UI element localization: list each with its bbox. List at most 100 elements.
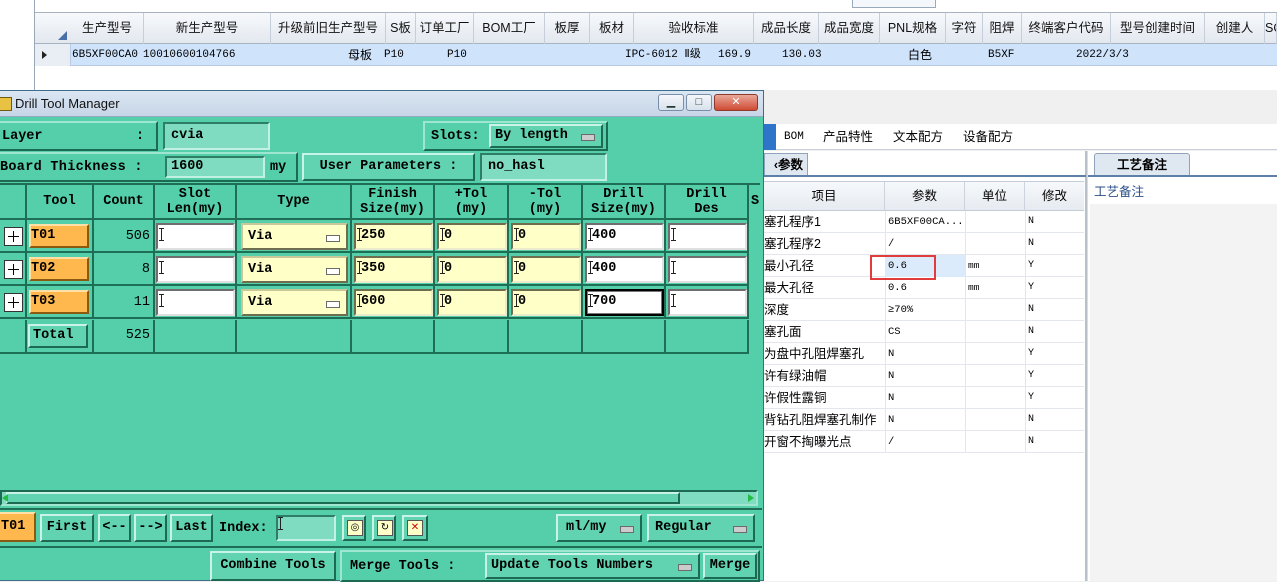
header-slot-len[interactable]: Slot Len(my): [155, 185, 237, 220]
top-tab-stub[interactable]: [852, 0, 936, 8]
close-button[interactable]: ✕: [714, 94, 758, 111]
user-parameters-button[interactable]: User Parameters :: [302, 153, 475, 181]
ntol-input[interactable]: 0: [511, 223, 581, 250]
tab-equipment-recipe[interactable]: 设备配方: [963, 124, 1013, 150]
grid-column-header[interactable]: 订单工厂: [416, 13, 474, 44]
scroll-left-icon[interactable]: [2, 494, 8, 502]
list-item[interactable]: 许有绿油帽 N Y: [764, 365, 1084, 387]
drill-des-input[interactable]: [668, 223, 747, 250]
finish-input[interactable]: 350: [354, 256, 433, 283]
ntol-input[interactable]: 0: [511, 256, 581, 283]
list-item[interactable]: 最大孔径 0.6 mm Y: [764, 277, 1084, 299]
row-indicator[interactable]: [35, 44, 71, 66]
header-tool[interactable]: Tool: [27, 185, 94, 220]
param-value[interactable]: N: [885, 343, 965, 365]
index-field[interactable]: [276, 515, 336, 541]
grid-column-header[interactable]: 升级前旧生产型号: [271, 13, 386, 44]
finish-input[interactable]: 250: [354, 223, 433, 250]
ptol-input[interactable]: 0: [437, 223, 507, 250]
last-button[interactable]: Last: [170, 514, 213, 542]
craft-notes-textarea[interactable]: [1090, 204, 1277, 581]
grid-column-header[interactable]: 终端客户代码: [1022, 13, 1111, 44]
slots-dropdown[interactable]: By length: [489, 124, 603, 148]
list-item[interactable]: 塞孔程序1 6B5XF00CA... N: [764, 211, 1084, 233]
next-button[interactable]: -->: [134, 514, 167, 542]
tool-name-button[interactable]: T01: [29, 224, 89, 248]
param-value[interactable]: 6B5XF00CA...: [885, 211, 965, 233]
slot-len-input[interactable]: [156, 256, 235, 283]
col-modify[interactable]: 修改: [1025, 182, 1084, 211]
grid-column-header[interactable]: 生产型号: [71, 13, 144, 44]
expand-row-icon[interactable]: [4, 293, 23, 312]
header-extra[interactable]: S: [749, 185, 761, 220]
grid-column-header[interactable]: 字符: [946, 13, 983, 44]
header-count[interactable]: Count: [94, 185, 155, 220]
refresh-icon-button[interactable]: ↻: [372, 515, 396, 541]
drill-des-input[interactable]: [668, 289, 747, 316]
grid-column-header[interactable]: 型号创建时间: [1111, 13, 1205, 44]
type-dropdown[interactable]: Via: [241, 256, 348, 283]
tab-craft-notes[interactable]: 工艺备注: [1094, 153, 1190, 175]
grid-column-header[interactable]: BOM工厂: [474, 13, 545, 44]
col-param[interactable]: 参数: [885, 182, 965, 211]
col-item[interactable]: 项目: [764, 182, 885, 211]
grid-column-header[interactable]: S板: [386, 13, 416, 44]
list-item[interactable]: 许假性露铜 N Y: [764, 387, 1084, 409]
maximize-button[interactable]: □: [686, 94, 712, 111]
slot-len-input[interactable]: [156, 223, 235, 250]
bulb-icon-button[interactable]: ◎: [342, 515, 366, 541]
drill-size-input[interactable]: 700: [585, 289, 664, 316]
tool-name-button[interactable]: T02: [29, 257, 89, 281]
prev-button[interactable]: <--: [98, 514, 131, 542]
window-titlebar[interactable]: Drill Tool Manager ▁ □ ✕: [0, 91, 763, 117]
drill-des-input[interactable]: [668, 256, 747, 283]
list-item[interactable]: 塞孔面 CS N: [764, 321, 1084, 343]
merge-button[interactable]: Merge: [703, 553, 757, 579]
param-value[interactable]: /: [885, 233, 965, 255]
param-value[interactable]: CS: [885, 321, 965, 343]
param-value[interactable]: N: [885, 387, 965, 409]
param-value[interactable]: 0.6: [885, 277, 965, 299]
merge-mode-dropdown[interactable]: Update Tools Numbers: [485, 553, 700, 579]
ptol-input[interactable]: 0: [437, 289, 507, 316]
grid-column-header[interactable]: PNL规格: [880, 13, 946, 44]
header-type[interactable]: Type: [237, 185, 352, 220]
units-dropdown[interactable]: ml/my: [556, 514, 642, 542]
param-value[interactable]: N: [885, 365, 965, 387]
minimize-button[interactable]: ▁: [658, 94, 684, 111]
ntol-input[interactable]: 0: [511, 289, 581, 316]
param-value[interactable]: /: [885, 431, 965, 453]
list-item[interactable]: 塞孔程序2 / N: [764, 233, 1084, 255]
expand-row-icon[interactable]: [4, 227, 23, 246]
slot-len-input[interactable]: [156, 289, 235, 316]
grid-column-header[interactable]: 成品长度: [754, 13, 819, 44]
drill-size-input[interactable]: 400: [585, 223, 664, 250]
finish-input[interactable]: 600: [354, 289, 433, 316]
delete-icon-button[interactable]: ✕: [402, 515, 428, 541]
header-drill-des[interactable]: Drill Des: [666, 185, 749, 220]
user-parameters-field[interactable]: no_hasl: [480, 153, 607, 181]
list-item[interactable]: 深度 ≥70% N: [764, 299, 1084, 321]
grid-corner[interactable]: [35, 12, 71, 44]
scroll-right-icon[interactable]: [748, 494, 754, 502]
horizontal-scrollbar[interactable]: [0, 490, 758, 506]
list-item[interactable]: 开窗不掏曝光点 / N: [764, 431, 1084, 453]
tab-parameters[interactable]: ‹参数: [764, 153, 808, 175]
col-unit[interactable]: 单位: [965, 182, 1025, 211]
type-dropdown[interactable]: Via: [241, 223, 348, 250]
tab-text-recipe[interactable]: 文本配方: [893, 124, 943, 150]
header-drill-size[interactable]: Drill Size(my): [583, 185, 666, 220]
tab-product-properties[interactable]: 产品特性: [823, 124, 873, 150]
grid-column-header[interactable]: 验收标准: [634, 13, 754, 44]
list-item[interactable]: 为盘中孔阻焊塞孔 N Y: [764, 343, 1084, 365]
grid-column-header[interactable]: SO: [1265, 13, 1277, 44]
mode-dropdown[interactable]: Regular: [647, 514, 755, 542]
grid-column-header[interactable]: 成品宽度: [819, 13, 880, 44]
header-finish-size[interactable]: Finish Size(my): [352, 185, 435, 220]
type-dropdown[interactable]: Via: [241, 289, 348, 316]
ptol-input[interactable]: 0: [437, 256, 507, 283]
grid-column-header[interactable]: 创建人: [1205, 13, 1265, 44]
scrollbar-thumb[interactable]: [6, 492, 680, 504]
drill-size-input[interactable]: 400: [585, 256, 664, 283]
tool-name-button[interactable]: T03: [29, 290, 89, 314]
